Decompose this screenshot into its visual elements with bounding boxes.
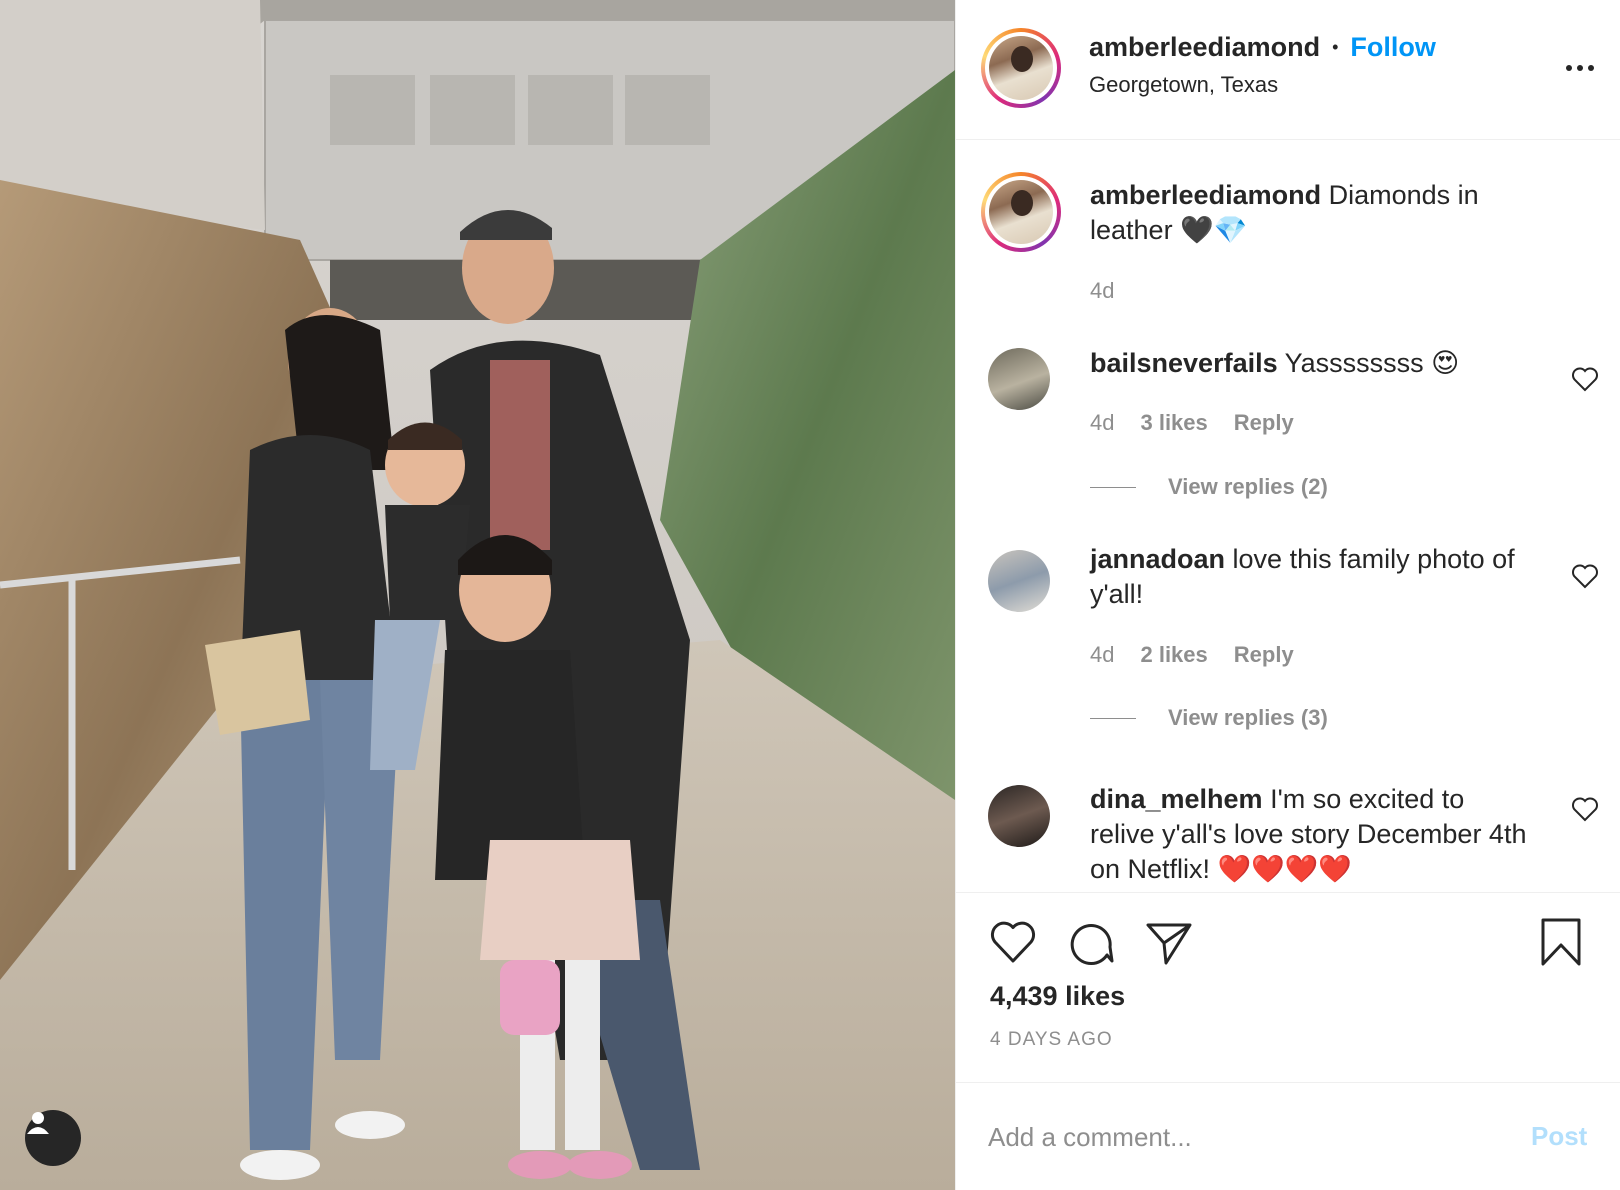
post-actions: 4,439 likes 4 DAYS AGO <box>956 892 1620 1082</box>
comment-meta: 4d 3 likes Reply <box>1090 410 1294 436</box>
post-time-ago[interactable]: 4 DAYS AGO <box>990 1029 1113 1051</box>
comment-like-heart-icon[interactable] <box>1571 796 1599 822</box>
commenter-avatar[interactable] <box>988 348 1050 410</box>
bookmark-icon[interactable] <box>1536 917 1586 967</box>
comment-bubble-icon[interactable] <box>1066 917 1116 967</box>
commenter-username[interactable]: dina_melhem <box>1090 784 1263 814</box>
family-photo-illustration <box>0 0 955 1190</box>
comment-time[interactable]: 4d <box>1090 410 1114 436</box>
caption-author-avatar[interactable] <box>981 172 1061 252</box>
commenter-avatar[interactable] <box>988 785 1050 847</box>
post-header: amberleediamond • Follow Georgetown, Tex… <box>956 0 1620 140</box>
follow-button[interactable]: Follow <box>1350 32 1435 63</box>
comment-input[interactable] <box>988 1113 1468 1161</box>
caption-avatar-image <box>989 180 1053 244</box>
view-replies-button[interactable]: View replies (2) <box>1090 474 1328 500</box>
commenter-username[interactable]: bailsneverfails <box>1090 348 1278 378</box>
view-replies-label: View replies (3) <box>1168 705 1328 730</box>
user-tag-button[interactable] <box>25 1110 81 1166</box>
post-location[interactable]: Georgetown, Texas <box>1089 72 1278 98</box>
author-username[interactable]: amberleediamond <box>1089 32 1320 63</box>
comment-text: dina_melhem I'm so excited to relive y'a… <box>1090 782 1530 887</box>
comment-likes[interactable]: 2 likes <box>1140 642 1207 668</box>
heart-icon[interactable] <box>988 917 1038 967</box>
comment-like-heart-icon[interactable] <box>1571 366 1599 392</box>
author-avatar-image <box>989 36 1053 100</box>
comment-time[interactable]: 4d <box>1090 642 1114 668</box>
comment-likes[interactable]: 3 likes <box>1140 410 1207 436</box>
author-avatar[interactable] <box>981 28 1061 108</box>
post-comment-button[interactable]: Post <box>1531 1121 1587 1152</box>
header-separator: • <box>1332 37 1339 57</box>
user-tag-icon <box>27 1112 49 1134</box>
likes-count[interactable]: 4,439 likes <box>990 981 1125 1012</box>
post-sidebar: amberleediamond • Follow Georgetown, Tex… <box>955 0 1620 1190</box>
replies-divider <box>1090 717 1136 719</box>
comment-text: bailsneverfails Yassssssss 😍 <box>1090 346 1530 381</box>
send-paper-plane-icon[interactable] <box>1144 917 1194 967</box>
caption-time[interactable]: 4d <box>1090 278 1114 304</box>
comment-like-heart-icon[interactable] <box>1571 563 1599 589</box>
commenter-username[interactable]: jannadoan <box>1090 544 1225 574</box>
post-photo <box>0 0 955 1190</box>
add-comment-bar: Post <box>956 1082 1620 1190</box>
comment-text: jannadoan love this family photo of y'al… <box>1090 542 1530 612</box>
more-options-icon[interactable] <box>1560 56 1600 80</box>
view-replies-button[interactable]: View replies (3) <box>1090 705 1328 731</box>
view-replies-label: View replies (2) <box>1168 474 1328 499</box>
caption-meta: 4d <box>1090 278 1114 304</box>
comment-reply-button[interactable]: Reply <box>1234 642 1294 668</box>
commenter-avatar[interactable] <box>988 550 1050 612</box>
replies-divider <box>1090 486 1136 488</box>
comments-section: amberleediamond Diamonds in leather 🖤💎 4… <box>956 140 1620 892</box>
caption-username[interactable]: amberleediamond <box>1090 180 1321 210</box>
comment-body: Yassssssss 😍 <box>1284 348 1460 378</box>
comment-meta: 4d 2 likes Reply <box>1090 642 1294 668</box>
comment-reply-button[interactable]: Reply <box>1234 410 1294 436</box>
caption-text: amberleediamond Diamonds in leather 🖤💎 <box>1090 178 1530 248</box>
